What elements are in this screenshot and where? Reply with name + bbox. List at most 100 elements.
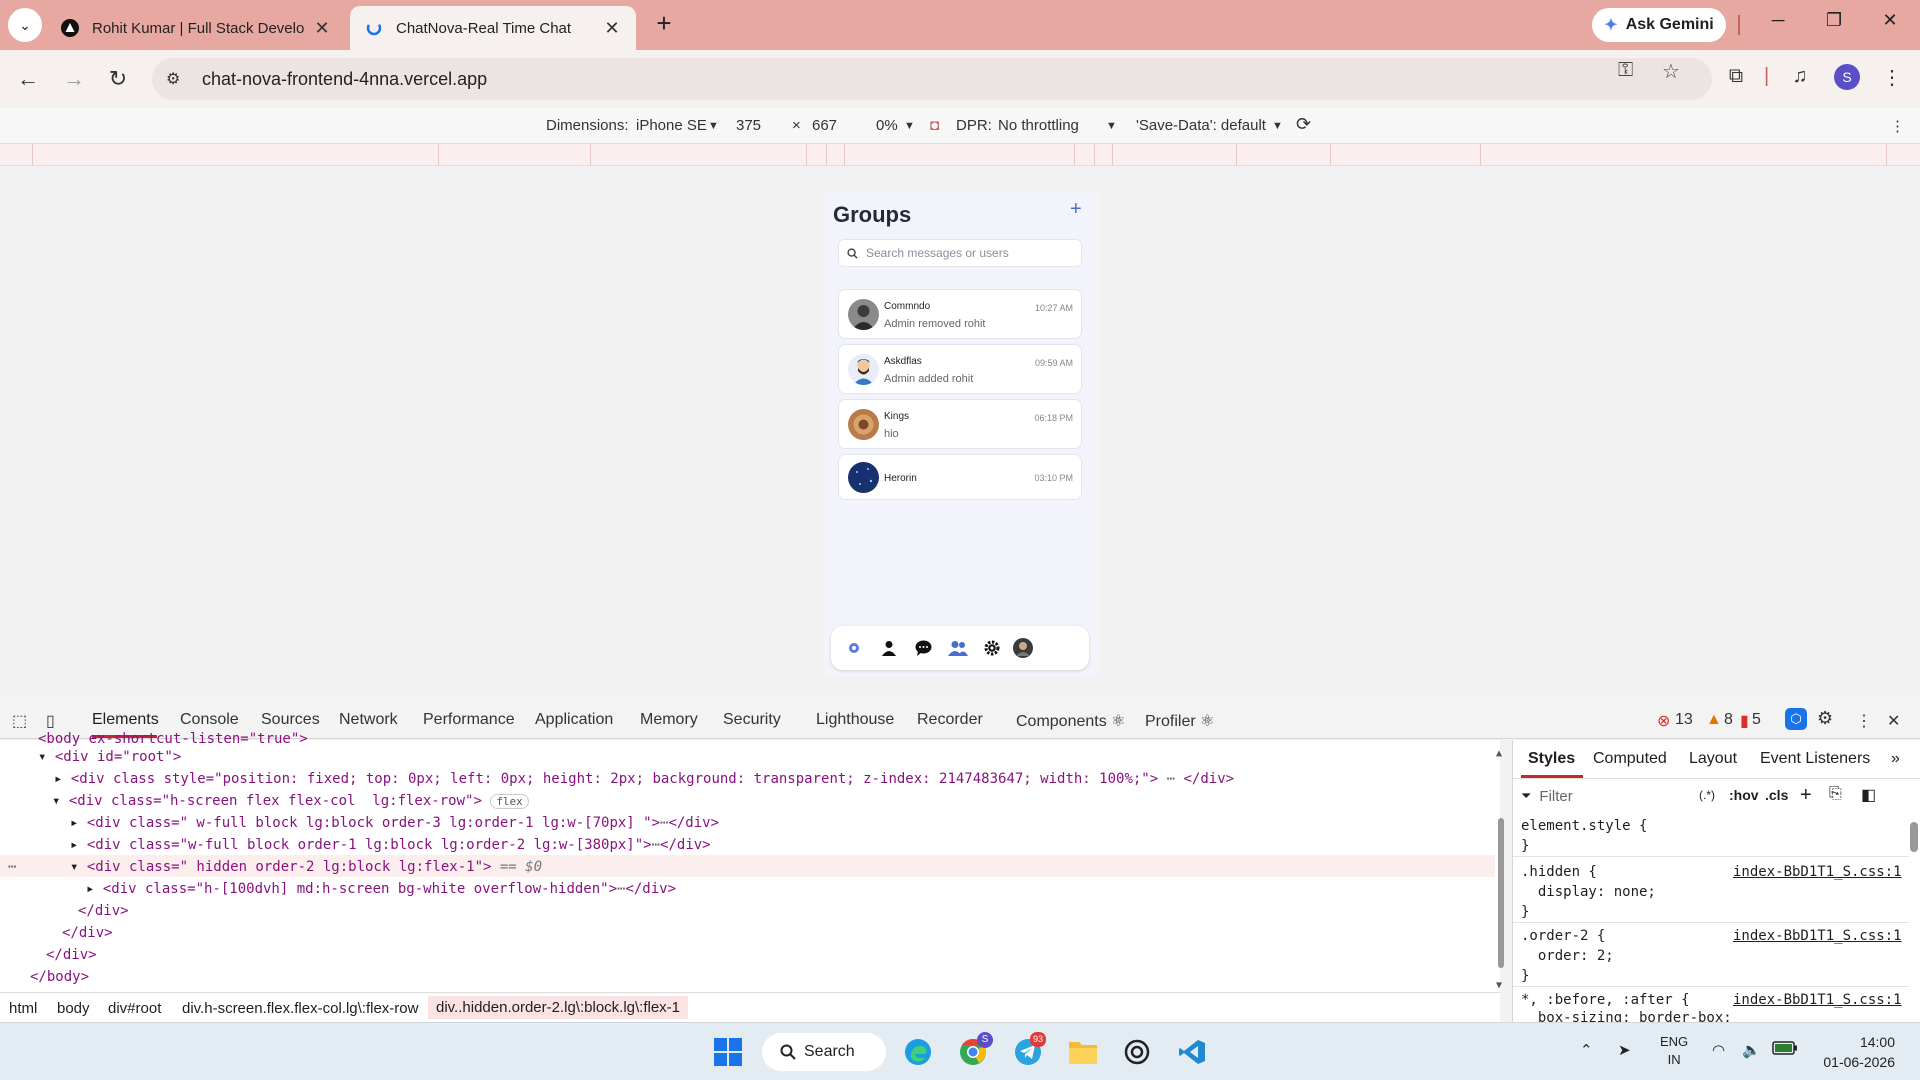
- tab-components[interactable]: Components ⚛: [1016, 711, 1126, 731]
- css-property[interactable]: display: none;: [1521, 884, 1656, 900]
- breadcrumb-item[interactable]: html: [9, 1000, 37, 1017]
- ai-assistance-icon[interactable]: ⬡: [1785, 708, 1807, 730]
- add-group-button[interactable]: +: [1070, 198, 1082, 221]
- more-options-icon[interactable]: ⋮: [1890, 117, 1905, 135]
- restore-button[interactable]: ❐: [1814, 10, 1854, 40]
- css-source-link[interactable]: index-BbD1T1_S.css:1: [1733, 864, 1902, 880]
- tab-lighthouse[interactable]: Lighthouse: [816, 711, 894, 729]
- sidebar-toggle-icon[interactable]: ◧: [1861, 785, 1876, 805]
- profile-avatar[interactable]: S: [1834, 64, 1860, 90]
- error-count[interactable]: 13: [1675, 711, 1693, 729]
- location-icon[interactable]: ➤: [1618, 1041, 1631, 1059]
- tab-portfolio[interactable]: Rohit Kumar | Full Stack Develo ✕: [46, 6, 346, 50]
- breadcrumb-item[interactable]: div#root: [108, 1000, 161, 1017]
- tab-chatnova[interactable]: ChatNova-Real Time Chat ✕: [350, 6, 636, 50]
- device-toggle-icon[interactable]: ▯: [46, 711, 55, 731]
- inspect-element-icon[interactable]: ⬚: [12, 711, 27, 731]
- tab-computed[interactable]: Computed: [1593, 750, 1667, 768]
- chat-list-item[interactable]: Herorin 03:10 PM: [838, 454, 1082, 500]
- tab-profiler[interactable]: Profiler ⚛: [1145, 711, 1214, 731]
- warning-count[interactable]: 8: [1724, 711, 1733, 729]
- paint-icon[interactable]: ⎘: [1829, 785, 1842, 803]
- dom-line[interactable]: ▸ <div class="w-full block order-1 lg:bl…: [70, 837, 711, 853]
- logo-icon[interactable]: [843, 637, 865, 659]
- chatgpt-icon[interactable]: [1121, 1036, 1153, 1068]
- tab-more[interactable]: »: [1891, 750, 1900, 768]
- extensions-icon[interactable]: ⧉: [1722, 65, 1750, 88]
- battery-icon[interactable]: [1772, 1041, 1798, 1055]
- tab-network[interactable]: Network: [339, 711, 398, 729]
- add-rule-icon[interactable]: +: [1800, 784, 1812, 807]
- dpr-label[interactable]: DPR:: [956, 117, 992, 134]
- dom-line[interactable]: </body>: [30, 969, 89, 985]
- tab-recorder[interactable]: Recorder: [917, 711, 983, 729]
- width-input[interactable]: 375: [736, 117, 761, 134]
- device-select[interactable]: iPhone SE: [636, 117, 707, 134]
- breadcrumb-item-active[interactable]: div..hidden.order-2.lg\:block.lg\:flex-1: [428, 996, 689, 1019]
- reload-button[interactable]: ↻: [104, 65, 132, 93]
- css-source-link[interactable]: index-BbD1T1_S.css:1: [1733, 928, 1902, 944]
- close-window-button[interactable]: ✕: [1870, 10, 1910, 40]
- chat-list-item[interactable]: Askdflas Admin added rohit 09:59 AM: [838, 344, 1082, 394]
- address-bar[interactable]: ⚙ chat-nova-frontend-4nna.vercel.app: [152, 58, 1712, 100]
- chat-list-item[interactable]: Kings hio 06:18 PM: [838, 399, 1082, 449]
- dom-line[interactable]: ▾ <div class="h-screen flex flex-col lg:…: [52, 793, 529, 809]
- cls-button[interactable]: .cls: [1765, 787, 1788, 803]
- save-data-select[interactable]: 'Save-Data': default: [1136, 117, 1266, 134]
- taskbar-search[interactable]: Search: [762, 1033, 886, 1071]
- css-selector[interactable]: *, :before, :after {: [1521, 992, 1690, 1008]
- dom-line-selected[interactable]: ▾ <div class=" hidden order-2 lg:block l…: [70, 859, 542, 875]
- close-icon[interactable]: ✕: [312, 18, 332, 39]
- breadcrumb-item[interactable]: body: [57, 1000, 90, 1017]
- dom-line[interactable]: ▸ <div class="h-[100dvh] md:h-screen bg-…: [86, 881, 676, 897]
- issue-count[interactable]: 5: [1752, 711, 1761, 729]
- site-settings-icon[interactable]: ⚙: [166, 69, 188, 89]
- rotate-icon[interactable]: ⟳: [1296, 114, 1311, 135]
- chrome-icon[interactable]: S: [957, 1032, 993, 1068]
- tab-console[interactable]: Console: [180, 711, 239, 729]
- minimize-button[interactable]: ─: [1758, 10, 1798, 40]
- chevron-up-icon[interactable]: ⌃: [1580, 1041, 1593, 1059]
- tab-layout[interactable]: Layout: [1689, 750, 1737, 768]
- dom-line[interactable]: ▸ <div class style="position: fixed; top…: [54, 771, 1234, 787]
- tab-performance[interactable]: Performance: [423, 711, 515, 729]
- tab-search-button[interactable]: ⌄: [8, 8, 42, 42]
- back-button[interactable]: ←: [14, 65, 42, 93]
- chat-list-item[interactable]: Commndo Admin removed rohit 10:27 AM: [838, 289, 1082, 339]
- ask-gemini-button[interactable]: ✦ Ask Gemini: [1592, 8, 1726, 42]
- search-input[interactable]: Search messages or users: [838, 239, 1082, 267]
- css-property[interactable]: order: 2;: [1521, 948, 1614, 964]
- hov-button[interactable]: :hov: [1729, 787, 1759, 803]
- close-icon[interactable]: ✕: [602, 18, 622, 39]
- css-selector[interactable]: .hidden {: [1521, 864, 1597, 880]
- dom-line[interactable]: ▸ <div class=" w-full block lg:block ord…: [70, 815, 719, 831]
- tab-memory[interactable]: Memory: [640, 711, 698, 729]
- language-indicator[interactable]: ENG IN: [1660, 1033, 1688, 1069]
- tab-sources[interactable]: Sources: [261, 711, 320, 729]
- flex-badge[interactable]: flex: [490, 794, 529, 809]
- star-icon[interactable]: ☆: [1662, 59, 1680, 84]
- dom-line[interactable]: ▾ <div id="root">: [38, 749, 181, 765]
- close-icon[interactable]: ✕: [1887, 711, 1900, 731]
- windows-start-icon[interactable]: [712, 1036, 744, 1068]
- dom-line[interactable]: </div>: [62, 925, 113, 941]
- node-actions-ellipsis[interactable]: ⋯: [8, 859, 16, 875]
- new-tab-button[interactable]: +: [650, 10, 678, 38]
- tab-event-listeners[interactable]: Event Listeners: [1760, 750, 1870, 768]
- user-icon[interactable]: [878, 637, 900, 659]
- dom-line[interactable]: </div>: [78, 903, 129, 919]
- css-source-link[interactable]: index-BbD1T1_S.css:1: [1733, 992, 1902, 1008]
- dom-line[interactable]: <body ex-shortcut-listen="true">: [38, 731, 308, 747]
- forward-button[interactable]: →: [60, 65, 88, 93]
- more-options-icon[interactable]: ⋮: [1856, 711, 1872, 731]
- media-controls-icon[interactable]: ♫: [1786, 65, 1814, 88]
- wifi-icon[interactable]: ◠: [1712, 1041, 1725, 1059]
- css-selector[interactable]: element.style {: [1521, 818, 1647, 834]
- tab-security[interactable]: Security: [723, 711, 781, 729]
- height-input[interactable]: 667: [812, 117, 837, 134]
- edge-icon[interactable]: [902, 1036, 934, 1068]
- telegram-icon[interactable]: 93: [1012, 1032, 1047, 1068]
- volume-icon[interactable]: 🔈: [1742, 1041, 1761, 1059]
- dom-line[interactable]: </div>: [46, 947, 97, 963]
- key-icon[interactable]: ⚿: [1618, 59, 1633, 82]
